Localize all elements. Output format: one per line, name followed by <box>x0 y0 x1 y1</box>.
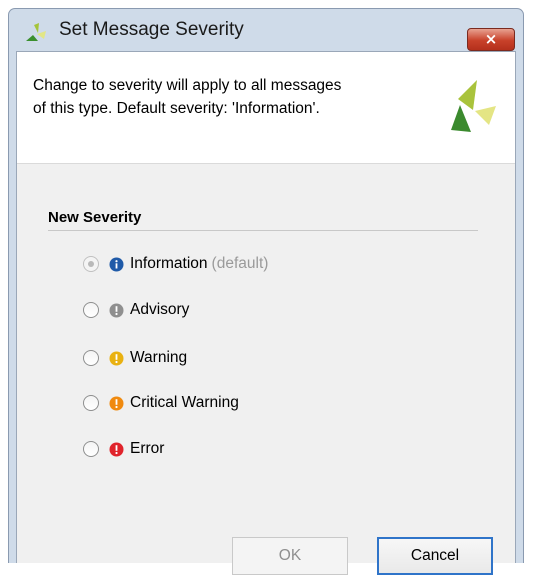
label-error[interactable]: Error <box>130 440 164 458</box>
header-description: Change to severity will apply to all mes… <box>33 74 413 120</box>
label-advisory[interactable]: Advisory <box>130 301 189 319</box>
dialog-body: Change to severity will apply to all mes… <box>16 51 516 575</box>
dialog-window: Set Message Severity × Change to severit… <box>8 8 524 575</box>
cancel-button[interactable]: Cancel <box>377 537 493 575</box>
header-line-2: of this type. Default severity: 'Informa… <box>33 100 320 117</box>
section-divider <box>48 230 478 231</box>
header-panel: Change to severity will apply to all mes… <box>17 52 515 164</box>
warning-icon <box>109 351 124 365</box>
window-title: Set Message Severity <box>59 19 244 40</box>
title-bar[interactable]: Set Message Severity × <box>9 9 523 51</box>
radio-advisory[interactable] <box>83 302 99 318</box>
label-information: Information <box>130 255 208 272</box>
option-error[interactable]: Error <box>83 437 164 461</box>
label-warning[interactable]: Warning <box>130 349 187 367</box>
radio-information <box>83 256 99 272</box>
option-warning[interactable]: Warning <box>83 346 187 370</box>
vivado-logo-icon <box>451 80 496 132</box>
option-advisory[interactable]: Advisory <box>83 298 189 322</box>
new-severity-title: New Severity <box>48 209 142 226</box>
radio-warning[interactable] <box>83 350 99 366</box>
close-button[interactable]: × <box>467 28 515 51</box>
advisory-icon <box>109 303 124 317</box>
close-icon: × <box>484 30 498 48</box>
default-suffix: (default) <box>211 255 269 272</box>
label-critical-warning[interactable]: Critical Warning <box>130 394 239 412</box>
ok-button[interactable]: OK <box>232 537 348 575</box>
info-icon <box>109 257 124 271</box>
error-icon <box>109 442 124 456</box>
radio-critical-warning[interactable] <box>83 395 99 411</box>
option-critical-warning[interactable]: Critical Warning <box>83 391 239 415</box>
critical-warning-icon <box>109 396 124 410</box>
option-information: Information (default) <box>83 252 268 276</box>
radio-error[interactable] <box>83 441 99 457</box>
app-logo-icon <box>26 23 46 41</box>
header-line-1: Change to severity will apply to all mes… <box>33 77 342 94</box>
